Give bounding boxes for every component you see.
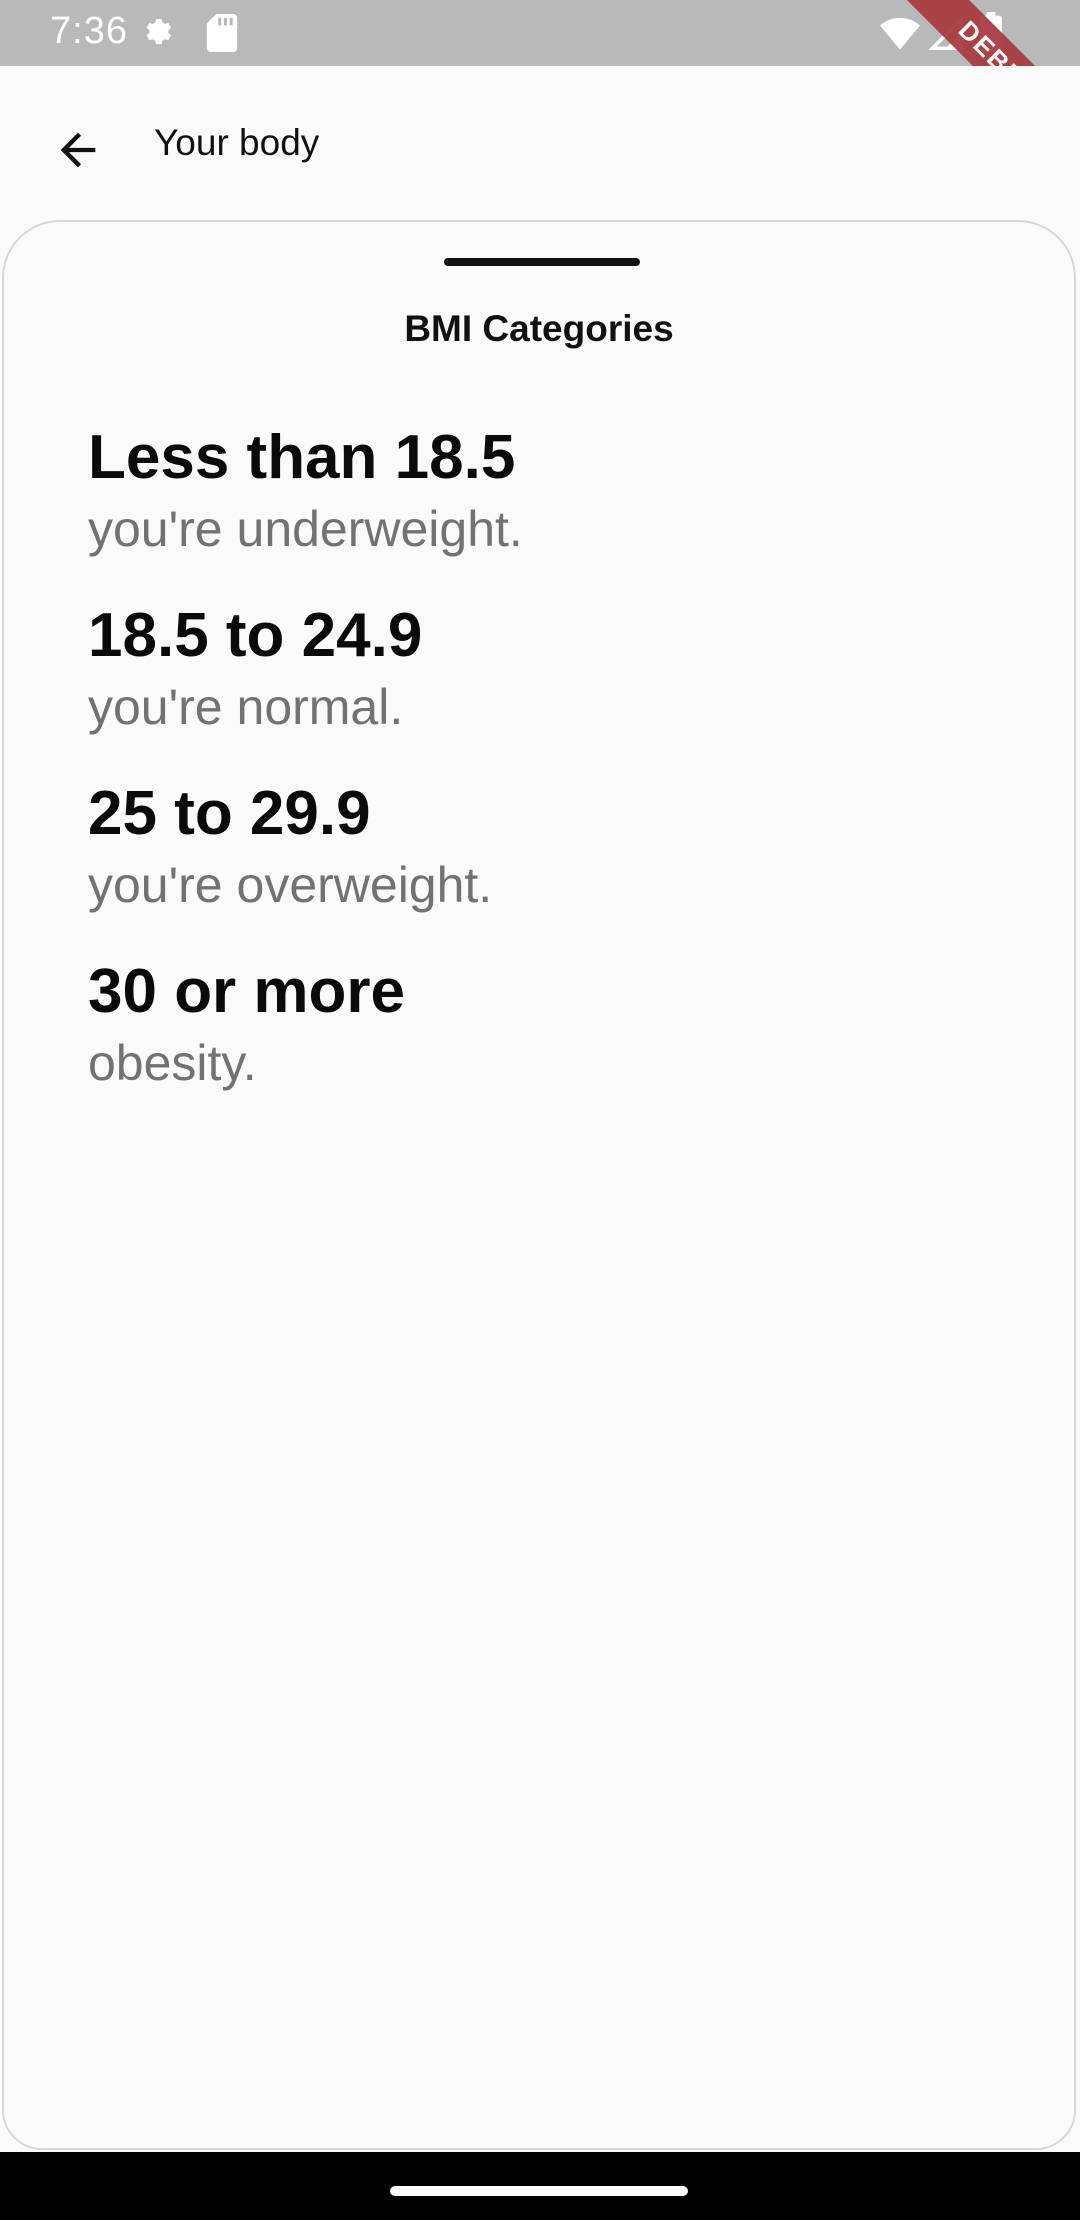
category-description: you're normal. [88, 679, 404, 735]
system-nav-bar [0, 2152, 1080, 2220]
signal-icon [928, 15, 964, 55]
sd-card-icon [206, 14, 238, 57]
sheet-drag-handle[interactable] [444, 258, 640, 266]
battery-icon [980, 12, 1002, 57]
category-item-normal: 18.5 to 24.9 you're normal. [88, 600, 988, 738]
page-title: Your body [154, 122, 320, 163]
bmi-categories-sheet: BMI Categories Less than 18.5 you're und… [2, 220, 1076, 2150]
settings-gear-icon [140, 14, 178, 57]
app-bar: Your body [0, 66, 1080, 220]
category-item-obesity: 30 or more obesity. [88, 956, 988, 1094]
category-description: you're underweight. [88, 501, 523, 557]
category-list: Less than 18.5 you're underweight. 18.5 … [88, 422, 988, 1134]
category-item-underweight: Less than 18.5 you're underweight. [88, 422, 988, 560]
category-range: 25 to 29.9 [88, 779, 371, 848]
category-range: 18.5 to 24.9 [88, 601, 423, 670]
category-item-overweight: 25 to 29.9 you're overweight. [88, 778, 988, 916]
arrow-left-icon [52, 124, 104, 181]
category-description: obesity. [88, 1035, 257, 1091]
category-range: 30 or more [88, 957, 406, 1026]
status-bar: 7:36 [0, 0, 1080, 66]
category-range: Less than 18.5 [88, 423, 516, 492]
sheet-title: BMI Categories [404, 308, 674, 349]
back-button[interactable] [38, 112, 118, 192]
status-time: 7:36 [50, 10, 128, 52]
category-description: you're overweight. [88, 857, 493, 913]
wifi-icon [880, 16, 920, 55]
home-gesture-handle[interactable] [390, 2186, 688, 2196]
